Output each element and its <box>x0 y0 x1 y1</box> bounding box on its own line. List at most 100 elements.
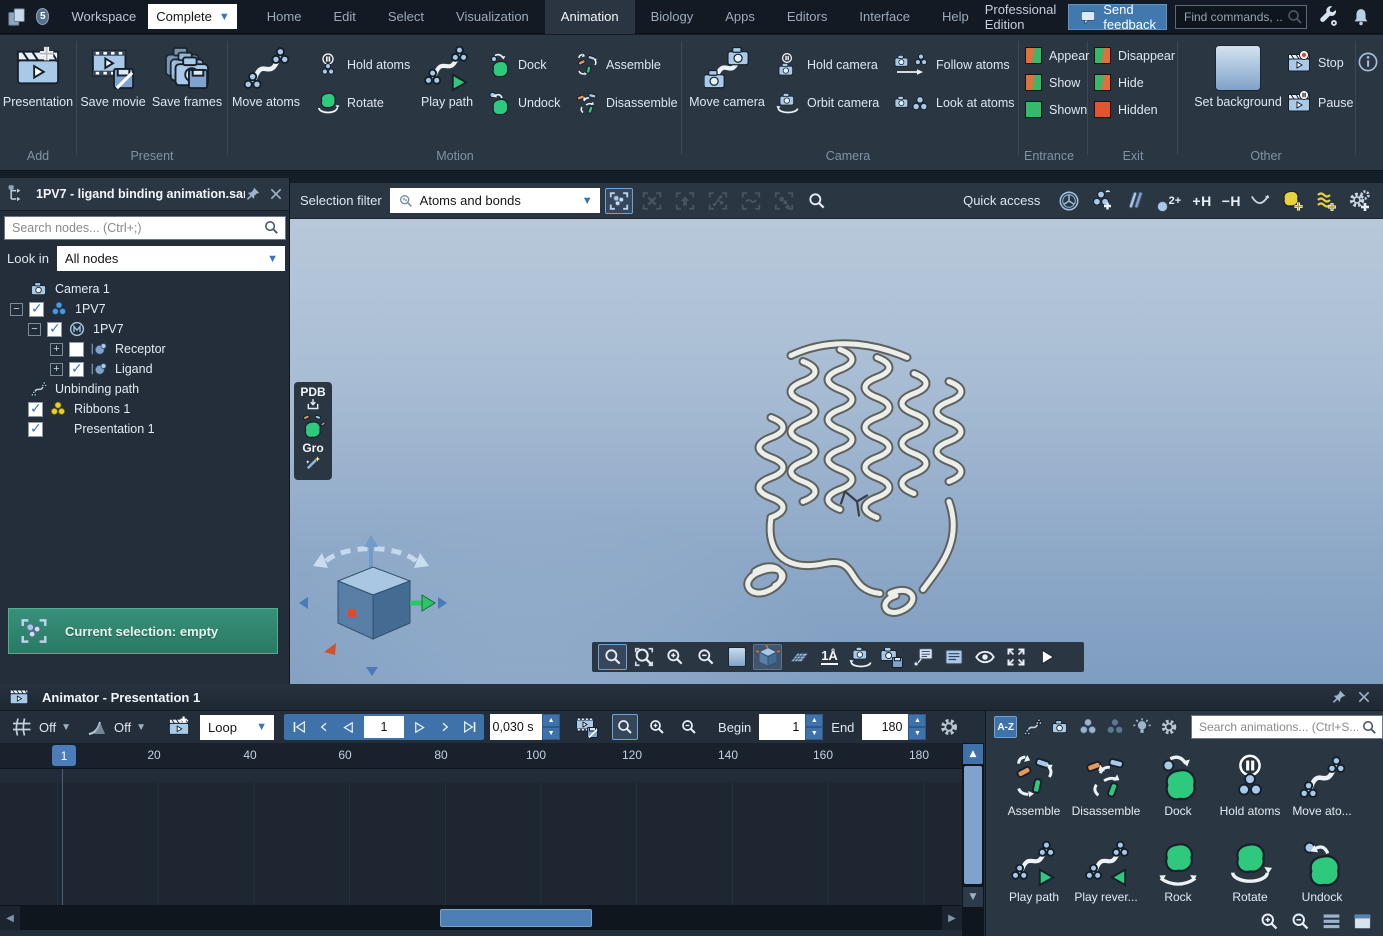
spin-up-icon[interactable]: ▲ <box>805 714 823 727</box>
play-presentation-button[interactable] <box>1032 644 1061 670</box>
hold-camera-button[interactable]: Hold camera <box>776 53 878 77</box>
quick-settings-button[interactable] <box>1345 188 1373 214</box>
background-button[interactable] <box>722 644 751 670</box>
look-at-atoms-button[interactable]: Look at atoms <box>893 91 1015 115</box>
spin-down-icon[interactable]: ▼ <box>805 727 823 740</box>
menu-select[interactable]: Select <box>372 0 440 34</box>
hold-atoms-button[interactable]: Hold atoms <box>316 53 410 77</box>
zoom-in-icon[interactable] <box>1259 911 1280 932</box>
search-nodes-input[interactable] <box>4 216 286 240</box>
filter-effects-button[interactable] <box>1130 715 1153 739</box>
export-movie-button[interactable] <box>574 714 600 740</box>
play-path-button[interactable]: Play path <box>409 43 485 109</box>
save-movie-button[interactable]: Save movie <box>75 43 151 109</box>
viewport-canvas[interactable]: PDB Gro <box>290 219 1383 684</box>
select-mode-button[interactable] <box>605 188 633 214</box>
visibility-checkbox[interactable] <box>28 402 43 417</box>
tree-item-unbinding-path[interactable]: Unbinding path <box>0 379 289 399</box>
orbit-camera-button[interactable]: Orbit camera <box>776 91 879 115</box>
timeline-vertical-scrollbar[interactable]: ▲ ▼ <box>962 743 984 936</box>
search-nodes-icon[interactable] <box>263 219 280 236</box>
timeline-ruler[interactable]: 1 20 40 60 80 100 120 140 160 180 <box>0 743 962 769</box>
scroll-down-arrow[interactable]: ▼ <box>963 887 983 907</box>
scroll-left-arrow[interactable]: ◀ <box>0 906 20 930</box>
move-camera-button[interactable]: Move camera <box>687 43 767 109</box>
add-hydrogens-button[interactable]: +H <box>1192 193 1211 209</box>
tree-item-camera[interactable]: Camera 1 <box>0 279 289 299</box>
timeline-horizontal-scrollbar[interactable]: ◀ ▶ <box>0 906 962 930</box>
orientation-cube-button[interactable] <box>753 644 782 670</box>
save-frames-button[interactable]: Save frames <box>149 43 225 109</box>
select-connected-button[interactable] <box>704 188 732 214</box>
set-charge-button[interactable]: 2+ <box>1154 188 1182 214</box>
zoom-out-button[interactable] <box>691 644 720 670</box>
scroll-right-arrow[interactable]: ▶ <box>942 906 962 930</box>
scroll-up-arrow[interactable]: ▲ <box>963 744 983 764</box>
presentation-button[interactable]: Presentation <box>0 43 76 109</box>
hidden-button[interactable]: Hidden <box>1094 101 1158 118</box>
annotation-button[interactable] <box>908 644 937 670</box>
add-atoms-button[interactable] <box>1088 188 1116 214</box>
spin-down-icon[interactable]: ▼ <box>542 727 560 740</box>
animator-settings-button[interactable] <box>936 714 962 740</box>
dock-button[interactable]: Dock <box>487 53 546 77</box>
find-in-viewport-button[interactable] <box>803 188 831 214</box>
tile-hold-atoms[interactable]: Hold atoms <box>1214 751 1286 835</box>
visibility-checkbox[interactable] <box>69 362 84 377</box>
tile-disassemble[interactable]: Disassemble <box>1070 751 1142 835</box>
tree-item-ribbons[interactable]: Ribbons 1 <box>0 399 289 419</box>
visibility-checkbox[interactable] <box>69 342 84 357</box>
visibility-button[interactable] <box>970 644 999 670</box>
timeline-zoom-tool-button[interactable] <box>612 714 638 740</box>
grid-snap-button[interactable]: Off ▼ <box>10 715 71 739</box>
menu-home[interactable]: Home <box>251 0 318 34</box>
skip-to-end-button[interactable] <box>457 716 482 738</box>
step-forward-button[interactable] <box>432 716 457 738</box>
begin-frame-spinner[interactable]: ▲▼ <box>805 714 823 740</box>
skip-to-start-button[interactable] <box>286 716 311 738</box>
spin-up-icon[interactable]: ▲ <box>542 714 560 727</box>
disassemble-button[interactable]: Disassemble <box>575 91 678 115</box>
detach-window-icon[interactable] <box>1352 911 1373 932</box>
save-view-button[interactable] <box>877 644 906 670</box>
angle-snap-button[interactable]: Off ▼ <box>85 715 146 739</box>
visibility-checkbox[interactable] <box>47 322 62 337</box>
end-frame-input[interactable] <box>862 714 908 740</box>
current-frame-input[interactable] <box>364 716 404 738</box>
menu-biology[interactable]: Biology <box>635 0 710 34</box>
frame-duration-input[interactable] <box>490 714 542 740</box>
menu-animation[interactable]: Animation <box>545 0 635 34</box>
tree-item-structure[interactable]: − 1PV7 <box>0 299 289 319</box>
spin-down-icon[interactable]: ▼ <box>908 727 926 740</box>
current-frame-marker[interactable]: 1 <box>52 745 76 766</box>
zoom-tool-button[interactable] <box>598 644 627 670</box>
rotate-button[interactable]: Rotate <box>316 91 384 115</box>
remove-hydrogens-button[interactable]: −H <box>1222 193 1241 209</box>
add-animation-button[interactable] <box>166 714 192 740</box>
add-surface-button[interactable] <box>1312 188 1340 214</box>
preferences-wrench-icon[interactable] <box>1317 6 1339 28</box>
turntable-camera-button[interactable] <box>846 644 875 670</box>
loop-mode-combo[interactable]: Loop ▼ <box>200 715 274 740</box>
visibility-checkbox[interactable] <box>29 302 44 317</box>
selection-filter-combo[interactable]: Atoms and bonds ▼ <box>390 188 600 213</box>
follow-atoms-button[interactable]: Follow atoms <box>893 53 1010 77</box>
tree-item-receptor[interactable]: + Receptor <box>0 339 289 359</box>
fetch-pdb-button[interactable]: PDB <box>300 386 325 412</box>
info-panel-button[interactable] <box>939 644 968 670</box>
filter-camera-button[interactable] <box>1049 715 1072 739</box>
play-forward-button[interactable] <box>407 716 432 738</box>
timeline-zoom-out-button[interactable] <box>676 714 702 740</box>
tile-play-path[interactable]: Play path <box>998 837 1070 921</box>
collapse-expander[interactable]: − <box>10 303 23 316</box>
menu-editors[interactable]: Editors <box>771 0 843 34</box>
set-background-button[interactable]: Set background <box>1192 43 1284 109</box>
filter-groups-button[interactable] <box>1103 715 1126 739</box>
appear-button[interactable]: Appear <box>1025 47 1089 64</box>
spin-up-icon[interactable]: ▲ <box>908 714 926 727</box>
build-molecule-button[interactable] <box>300 414 326 440</box>
deselect-button[interactable] <box>638 188 666 214</box>
info-icon[interactable] <box>1357 51 1379 73</box>
visibility-checkbox[interactable] <box>28 422 43 437</box>
tile-move-atoms[interactable]: Move ato... <box>1286 751 1358 835</box>
